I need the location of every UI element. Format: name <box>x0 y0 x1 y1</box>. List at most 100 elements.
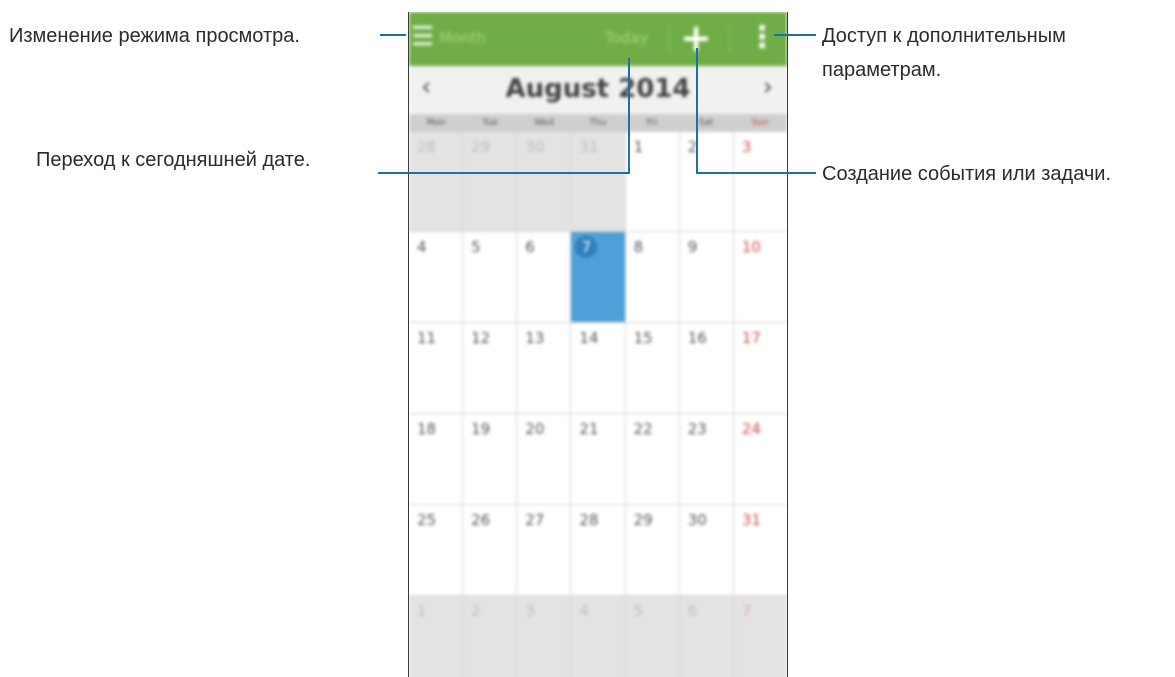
day-cell[interactable]: 7 <box>571 232 626 323</box>
callout-line-today-vertical <box>628 58 630 174</box>
day-cell[interactable]: 24 <box>733 414 787 505</box>
day-number: 7 <box>741 602 752 620</box>
callout-more-options-line2: параметрам. <box>822 59 942 81</box>
day-cell[interactable]: 5 <box>463 232 518 323</box>
next-month-icon[interactable]: › <box>763 72 773 102</box>
callout-line-view-mode <box>380 34 406 36</box>
day-cell[interactable]: 28 <box>409 132 464 232</box>
day-cell[interactable]: 6 <box>679 596 734 677</box>
callout-view-mode: Изменение режима просмотра. <box>9 25 300 47</box>
day-number: 13 <box>525 329 545 347</box>
day-number: 7 <box>575 236 598 258</box>
callout-line-add-vertical <box>696 48 698 174</box>
day-cell[interactable]: 11 <box>409 323 464 414</box>
day-cell[interactable]: 23 <box>679 414 734 505</box>
day-cell[interactable]: 8 <box>625 232 680 323</box>
weekday-header: Mon Tue Wed Thu Fri Sat Sun <box>409 114 787 132</box>
day-number: 4 <box>417 238 427 256</box>
day-cell[interactable]: 4 <box>409 232 464 323</box>
day-cell[interactable]: 21 <box>571 414 626 505</box>
day-number: 31 <box>741 511 761 529</box>
day-number: 10 <box>741 238 761 256</box>
day-number: 29 <box>471 138 491 156</box>
day-cell[interactable]: 6 <box>517 232 572 323</box>
day-number: 27 <box>525 511 545 529</box>
week-row: 4 5 6 7 8 9 10 <box>409 232 787 323</box>
day-cell[interactable]: 28 <box>571 505 626 596</box>
callout-create-event: Создание события или задачи. <box>822 163 1112 185</box>
day-number: 28 <box>579 511 599 529</box>
day-cell[interactable]: 15 <box>625 323 680 414</box>
day-cell[interactable]: 12 <box>463 323 518 414</box>
day-cell[interactable]: 2 <box>463 596 518 677</box>
day-cell[interactable]: 14 <box>571 323 626 414</box>
day-number: 21 <box>579 420 599 438</box>
weekday-label: Tue <box>482 118 498 128</box>
day-cell[interactable]: 29 <box>625 505 680 596</box>
week-row: 11 12 13 14 15 16 17 <box>409 323 787 414</box>
day-cell[interactable]: 20 <box>517 414 572 505</box>
action-bar: ☰ Month Today + ⋮ <box>409 12 787 66</box>
day-cell[interactable]: 10 <box>733 232 787 323</box>
day-cell[interactable]: 29 <box>463 132 518 232</box>
view-mode-button[interactable]: Month <box>439 29 486 47</box>
week-row: 1 2 3 4 5 6 7 <box>409 596 787 677</box>
day-cell[interactable]: 3 <box>517 596 572 677</box>
day-cell[interactable]: 1 <box>409 596 464 677</box>
day-cell[interactable]: 1 <box>625 132 680 232</box>
day-cell[interactable]: 31 <box>733 505 787 596</box>
week-row: 18 19 20 21 22 23 24 <box>409 414 787 505</box>
weekday-label: Thu <box>589 118 607 128</box>
callout-line-add-horizontal <box>696 172 816 174</box>
day-cell[interactable]: 3 <box>733 132 787 232</box>
day-number: 17 <box>741 329 761 347</box>
day-cell[interactable]: 4 <box>571 596 626 677</box>
day-cell[interactable]: 30 <box>679 505 734 596</box>
day-number: 25 <box>417 511 437 529</box>
day-number: 12 <box>471 329 491 347</box>
day-cell[interactable]: 31 <box>571 132 626 232</box>
day-number: 20 <box>525 420 545 438</box>
day-number: 11 <box>417 329 437 347</box>
today-button[interactable]: Today <box>605 29 648 47</box>
calendar-screenshot: ☰ Month Today + ⋮ ‹ August 2014 › Mon Tue… <box>408 12 788 677</box>
weekday-label: Sat <box>698 118 714 128</box>
day-number: 14 <box>579 329 599 347</box>
day-number: 2 <box>471 602 481 620</box>
callout-more-options-line1: Доступ к дополнительным <box>822 25 1066 47</box>
day-number: 24 <box>741 420 761 438</box>
day-cell[interactable]: 5 <box>625 596 680 677</box>
callout-line-today-horizontal <box>378 172 630 174</box>
month-grid: 28 29 30 31 1 2 3 4 5 6 7 8 9 10 11 12 13 14 15 16 17 18 19 20 2… <box>409 132 787 677</box>
day-number: 3 <box>525 602 535 620</box>
day-cell[interactable]: 16 <box>679 323 734 414</box>
day-cell[interactable]: 17 <box>733 323 787 414</box>
month-title: August 2014 <box>505 74 691 104</box>
day-cell[interactable]: 18 <box>409 414 464 505</box>
day-cell[interactable]: 25 <box>409 505 464 596</box>
menu-icon[interactable]: ☰ <box>411 22 434 52</box>
day-cell[interactable]: 19 <box>463 414 518 505</box>
day-number: 8 <box>633 238 644 256</box>
day-cell[interactable]: 26 <box>463 505 518 596</box>
day-number: 15 <box>633 329 653 347</box>
day-cell[interactable]: 22 <box>625 414 680 505</box>
day-cell[interactable]: 13 <box>517 323 572 414</box>
day-cell[interactable]: 30 <box>517 132 572 232</box>
day-number: 4 <box>579 602 589 620</box>
callout-go-today: Переход к сегодняшней дате. <box>36 149 311 171</box>
separator <box>669 24 670 52</box>
weekday-label: Sun <box>751 118 769 128</box>
day-number: 28 <box>417 138 437 156</box>
weekday-label: Wed <box>534 118 554 128</box>
day-number: 1 <box>417 602 427 620</box>
day-number: 26 <box>471 511 491 529</box>
day-number: 5 <box>633 602 644 620</box>
day-cell[interactable]: 2 <box>679 132 734 232</box>
weekday-label: Fri <box>646 118 658 128</box>
day-cell[interactable]: 9 <box>679 232 734 323</box>
weekday-label: Mon <box>426 118 446 128</box>
more-options-icon[interactable]: ⋮ <box>747 20 777 58</box>
day-cell[interactable]: 7 <box>733 596 787 677</box>
day-cell[interactable]: 27 <box>517 505 572 596</box>
